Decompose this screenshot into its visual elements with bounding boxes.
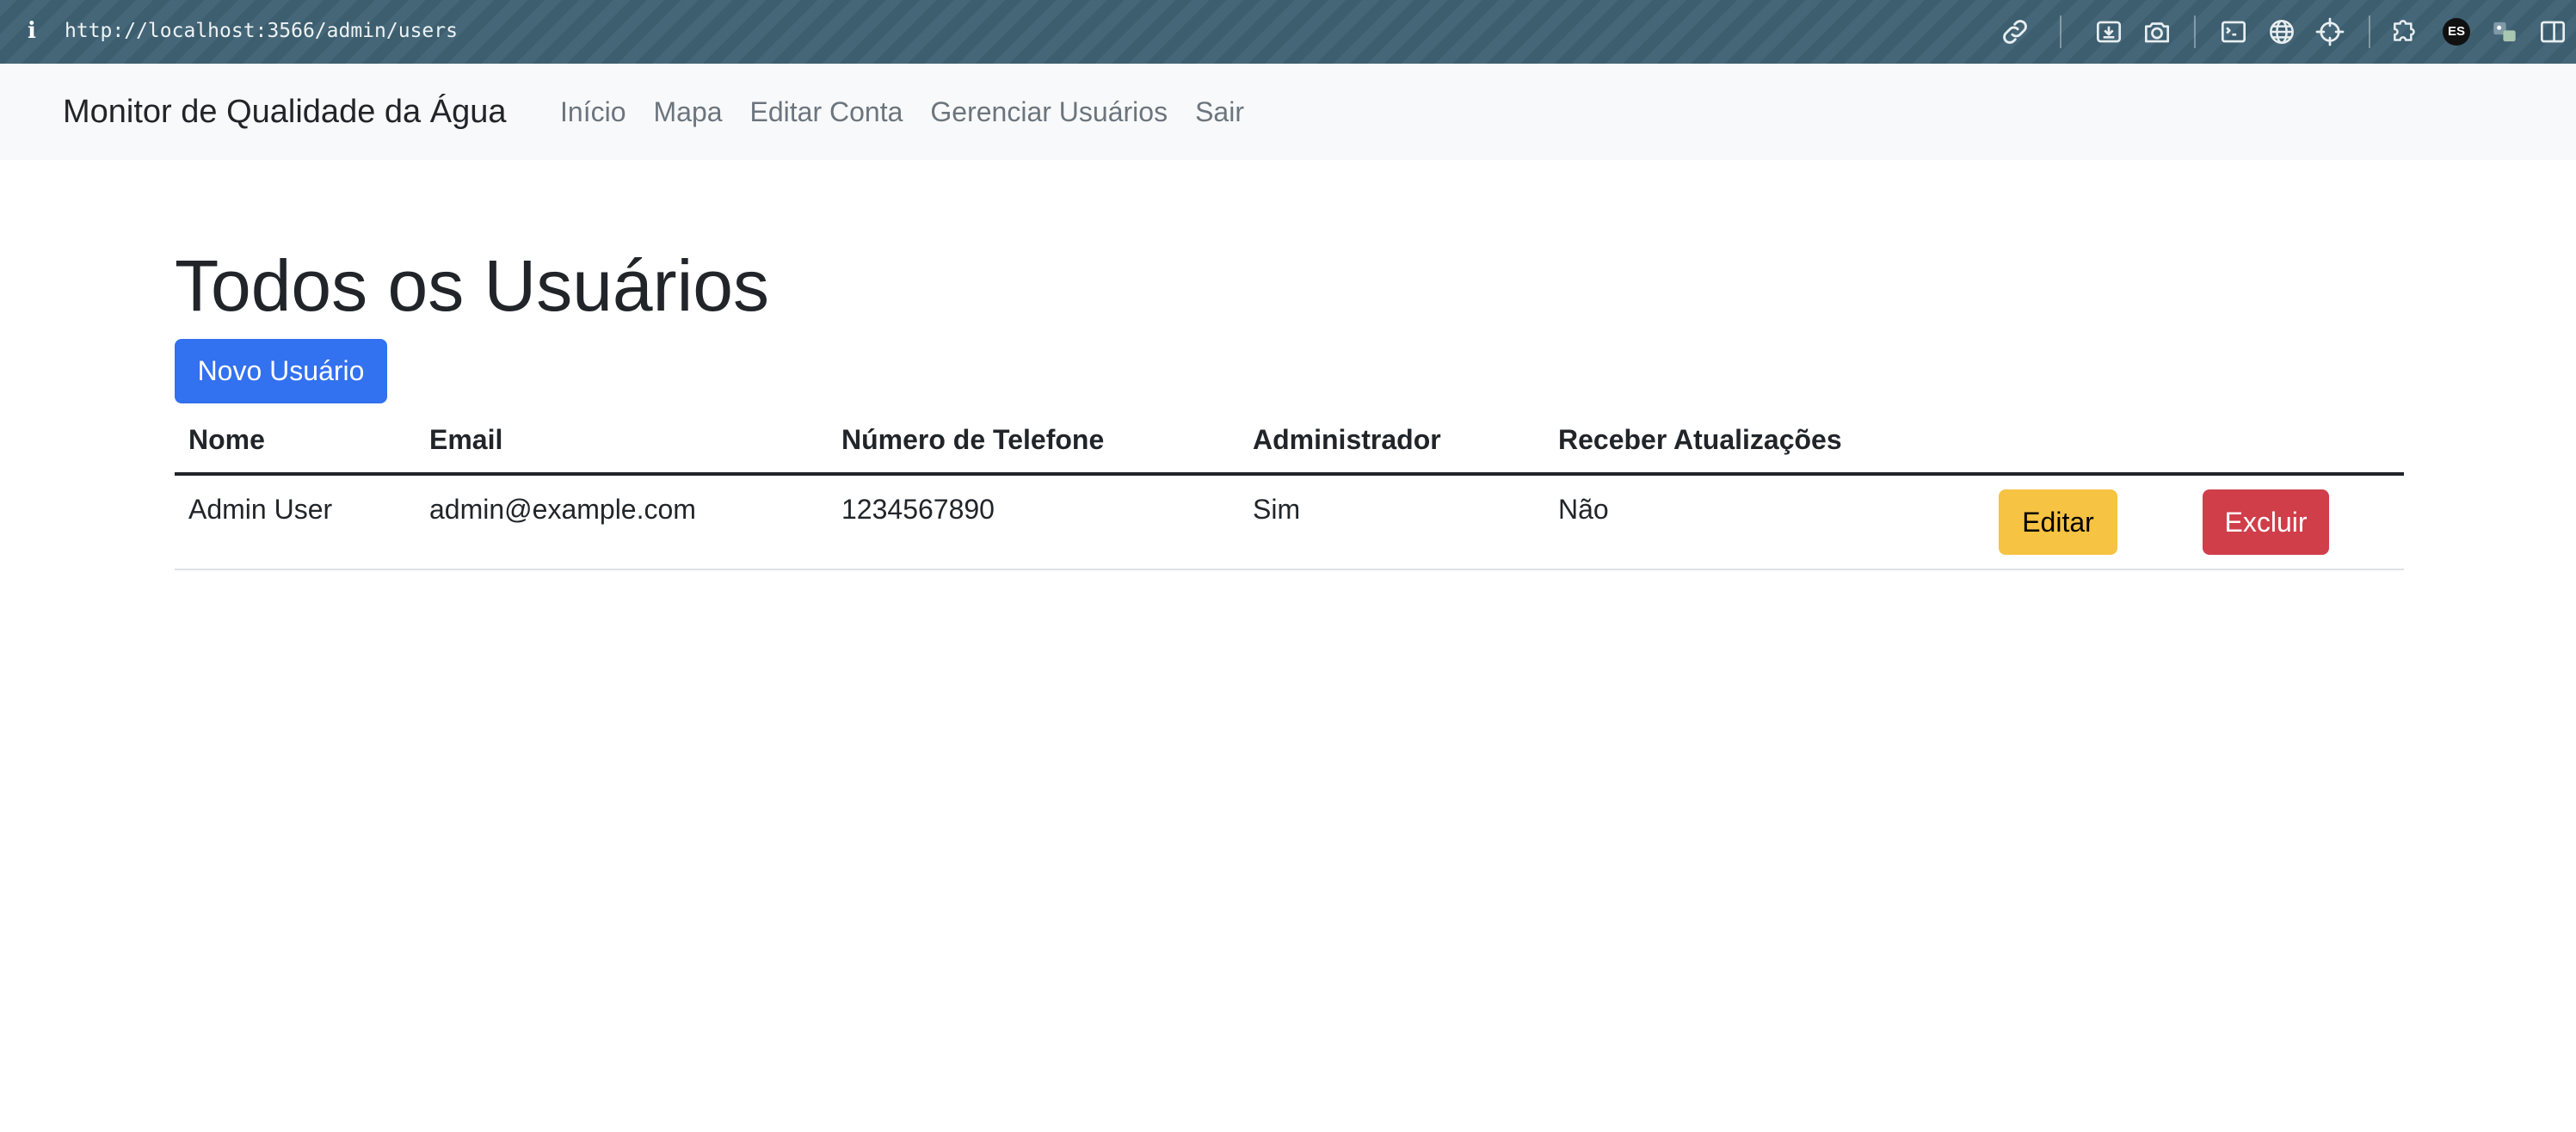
toolbar-divider [2060, 15, 2061, 48]
sidebar-toggle-icon[interactable] [2536, 15, 2569, 48]
brand-link[interactable]: Monitor de Qualidade da Água [63, 64, 506, 160]
column-header-nome: Nome [188, 424, 265, 455]
extensions-puzzle-icon[interactable] [2389, 15, 2422, 48]
column-header-receber-atualizacoes: Receber Atualizações [1558, 424, 1842, 455]
address-bar-url[interactable]: http://localhost:3566/admin/users [65, 12, 458, 50]
extension-icon[interactable] [2488, 15, 2521, 48]
cell-administrador: Sim [1253, 494, 1301, 525]
browser-toolbar: i http://localhost:3566/admin/users ES [0, 0, 2576, 64]
cell-nome: Admin User [188, 494, 333, 525]
nav-link-inicio[interactable]: Início [560, 64, 626, 160]
crosshair-icon[interactable] [2314, 15, 2346, 48]
edit-user-button[interactable]: Editar [1999, 489, 2117, 555]
app-navbar: Monitor de Qualidade da Água Início Mapa… [0, 64, 2576, 160]
column-header-email: Email [429, 424, 503, 455]
cell-telefone: 1234567890 [841, 494, 995, 525]
toolbar-divider [2194, 15, 2196, 48]
nav-link-mapa[interactable]: Mapa [653, 64, 722, 160]
page-title: Todos os Usuários [175, 245, 769, 326]
info-icon[interactable]: i [26, 12, 38, 50]
cell-email: admin@example.com [429, 494, 696, 525]
delete-user-button[interactable]: Excluir [2203, 489, 2329, 555]
profile-avatar[interactable]: ES [2443, 18, 2470, 46]
nav-link-editar-conta[interactable]: Editar Conta [750, 64, 903, 160]
table-header-divider [175, 472, 2404, 476]
globe-icon[interactable] [2265, 15, 2298, 48]
nav-link-sair[interactable]: Sair [1195, 64, 1244, 160]
table-row-divider [175, 569, 2404, 570]
new-user-button[interactable]: Novo Usuário [175, 339, 387, 403]
terminal-icon[interactable] [2217, 15, 2250, 48]
nav-link-gerenciar-usuarios[interactable]: Gerenciar Usuários [930, 64, 1168, 160]
toolbar-divider [2369, 15, 2370, 48]
column-header-administrador: Administrador [1253, 424, 1441, 455]
camera-icon[interactable] [2141, 15, 2173, 48]
column-header-telefone: Número de Telefone [841, 424, 1105, 455]
link-icon[interactable] [1999, 15, 2031, 48]
main-nav: Início Mapa Editar Conta Gerenciar Usuár… [560, 64, 1244, 160]
download-icon[interactable] [2092, 15, 2125, 48]
cell-receber-atualizacoes: Não [1558, 494, 1609, 525]
